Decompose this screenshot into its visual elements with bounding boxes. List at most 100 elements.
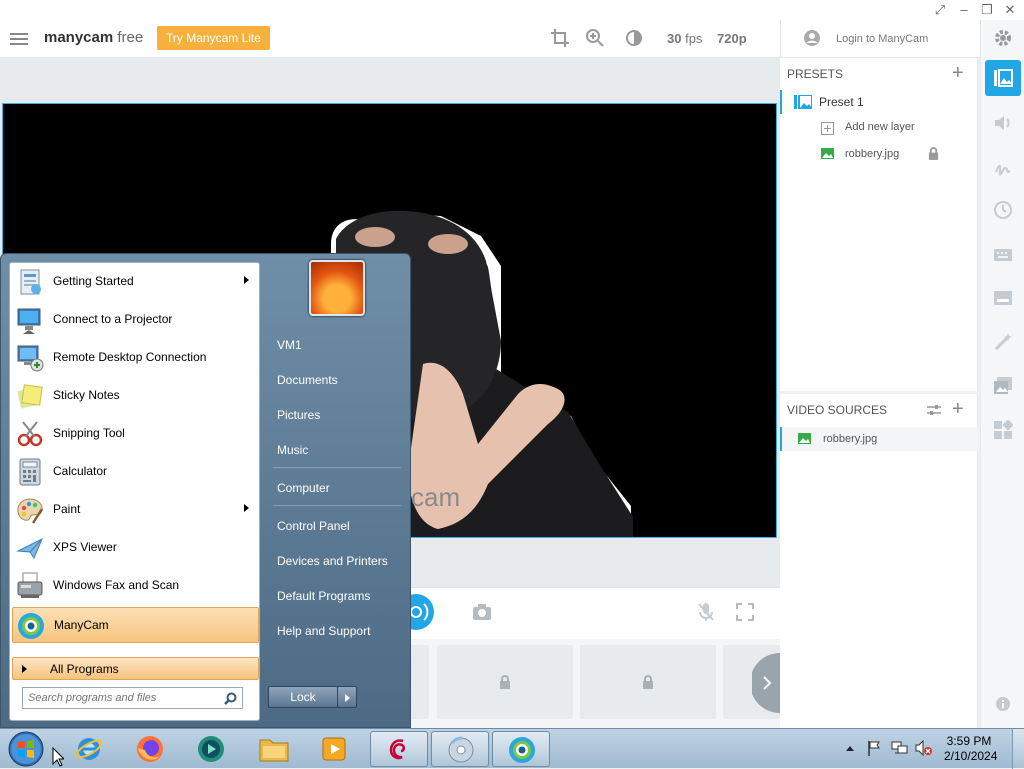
preset-name: Preset 1 bbox=[819, 95, 864, 109]
settings-gear-icon[interactable] bbox=[993, 28, 1013, 48]
link-computer[interactable]: Computer bbox=[277, 481, 330, 495]
shutdown-options-button[interactable] bbox=[337, 686, 357, 708]
firefox-icon bbox=[137, 736, 163, 762]
program-remote-desktop[interactable]: Remote Desktop Connection bbox=[12, 339, 259, 377]
source-settings-icon[interactable] bbox=[926, 404, 942, 416]
login-label[interactable]: Login to ManyCam bbox=[836, 33, 928, 45]
link-devices-printers[interactable]: Devices and Printers bbox=[277, 554, 388, 568]
show-hidden-icons-button[interactable] bbox=[845, 744, 855, 752]
snapshot-camera-icon[interactable] bbox=[472, 603, 492, 621]
add-new-layer-button[interactable]: Add new layer bbox=[780, 116, 978, 140]
info-icon[interactable] bbox=[995, 696, 1011, 712]
preset-item[interactable]: Preset 1 bbox=[780, 90, 978, 114]
crop-icon[interactable] bbox=[550, 28, 570, 48]
link-user-folder[interactable]: VM1 bbox=[277, 338, 302, 352]
try-manycam-lite-button[interactable]: Try Manycam Lite bbox=[157, 26, 270, 50]
taskbar-media-center[interactable] bbox=[306, 731, 364, 767]
clock-icon[interactable] bbox=[993, 200, 1013, 220]
program-snipping-tool[interactable]: Snipping Tool bbox=[12, 415, 259, 453]
minimize-button[interactable]: – bbox=[955, 2, 973, 18]
draw-icon[interactable] bbox=[993, 157, 1013, 177]
link-pictures[interactable]: Pictures bbox=[277, 408, 320, 422]
close-button[interactable]: ✕ bbox=[1001, 2, 1019, 18]
video-sources-panel: VIDEO SOURCES + robbery.jpg bbox=[780, 394, 978, 728]
layer-lock-icon[interactable] bbox=[928, 147, 939, 160]
microphone-muted-icon[interactable] bbox=[697, 602, 715, 622]
program-calculator[interactable]: Calculator bbox=[12, 453, 259, 491]
lower-thirds-icon[interactable] bbox=[993, 288, 1013, 308]
taskbar-internet-explorer[interactable] bbox=[60, 731, 118, 767]
palette-icon bbox=[17, 498, 44, 524]
start-menu-places-pane: VM1 Documents Pictures Music Computer Co… bbox=[263, 254, 412, 729]
folder-icon bbox=[259, 739, 289, 762]
restore-icon[interactable]: ⤢ bbox=[931, 2, 949, 18]
hamburger-menu-icon[interactable] bbox=[10, 30, 28, 48]
program-fax-scan[interactable]: Windows Fax and Scan bbox=[12, 567, 259, 605]
clock-time: 3:59 PM bbox=[946, 734, 992, 748]
taskbar-media-app[interactable] bbox=[182, 731, 240, 767]
all-programs-button[interactable]: All Programs bbox=[12, 657, 259, 680]
search-input[interactable] bbox=[23, 688, 213, 708]
clock-date: 2/10/2024 bbox=[944, 749, 998, 763]
expand-arrow-icon bbox=[22, 665, 27, 673]
keyboard-icon[interactable] bbox=[993, 245, 1013, 265]
audio-icon[interactable] bbox=[993, 113, 1013, 133]
program-connect-projector[interactable]: Connect to a Projector bbox=[12, 301, 259, 339]
link-help-support[interactable]: Help and Support bbox=[277, 624, 370, 638]
resolution-readout[interactable]: 720p bbox=[717, 31, 747, 46]
taskbar-firefox[interactable] bbox=[121, 731, 179, 767]
program-xps-viewer[interactable]: XPS Viewer bbox=[12, 529, 259, 567]
layer-item[interactable]: robbery.jpg bbox=[780, 142, 978, 166]
link-control-panel[interactable]: Control Panel bbox=[277, 519, 350, 533]
scissors-icon bbox=[17, 421, 43, 447]
gallery-icon[interactable] bbox=[993, 376, 1013, 396]
zoom-icon[interactable] bbox=[585, 28, 605, 48]
program-getting-started[interactable]: Getting Started bbox=[12, 263, 259, 301]
widgets-icon[interactable] bbox=[993, 420, 1013, 440]
link-default-programs[interactable]: Default Programs bbox=[277, 589, 370, 603]
presets-header: PRESETS bbox=[787, 67, 844, 81]
fax-icon bbox=[17, 572, 43, 598]
start-search-box[interactable] bbox=[22, 687, 243, 709]
presets-tab-button[interactable] bbox=[985, 60, 1021, 96]
volume-muted-icon[interactable] bbox=[915, 740, 933, 756]
next-arrow-button[interactable] bbox=[752, 653, 780, 713]
preset-image-icon bbox=[794, 95, 812, 109]
taskbar-file-explorer[interactable] bbox=[245, 731, 303, 767]
add-preset-button[interactable]: + bbox=[952, 62, 964, 85]
preset-tile-locked[interactable] bbox=[437, 645, 573, 719]
program-paint[interactable]: Paint bbox=[12, 491, 259, 529]
taskbar-debian-app[interactable] bbox=[370, 731, 428, 767]
media-center-icon bbox=[322, 737, 346, 761]
link-music[interactable]: Music bbox=[277, 443, 308, 457]
network-icon[interactable] bbox=[891, 740, 909, 756]
start-menu-programs-pane: Getting Started Connect to a Projector R… bbox=[9, 262, 260, 721]
fullscreen-icon[interactable] bbox=[736, 603, 754, 621]
program-manycam[interactable]: ManyCam bbox=[12, 607, 259, 643]
video-source-item[interactable]: robbery.jpg bbox=[780, 427, 978, 451]
fps-readout[interactable]: 30 fps bbox=[667, 31, 702, 46]
submenu-arrow-icon bbox=[244, 276, 249, 284]
search-icon[interactable] bbox=[224, 692, 237, 705]
image-icon bbox=[994, 69, 1013, 87]
action-center-flag-icon[interactable] bbox=[866, 740, 882, 756]
add-video-source-button[interactable]: + bbox=[952, 398, 964, 421]
show-desktop-button[interactable] bbox=[1012, 729, 1024, 769]
system-clock[interactable]: 3:59 PM 2/10/2024 bbox=[944, 734, 998, 764]
start-orb-button[interactable] bbox=[6, 730, 46, 768]
lock-button[interactable]: Lock bbox=[268, 686, 338, 708]
add-layer-icon bbox=[821, 122, 834, 135]
program-sticky-notes[interactable]: Sticky Notes bbox=[12, 377, 259, 415]
taskbar-dvd-maker[interactable] bbox=[431, 731, 489, 767]
link-documents[interactable]: Documents bbox=[277, 373, 338, 387]
preset-tile-locked[interactable] bbox=[580, 645, 716, 719]
manycam-icon bbox=[18, 613, 44, 639]
user-account-picture[interactable] bbox=[309, 260, 365, 316]
maximize-button[interactable]: ❐ bbox=[978, 2, 996, 18]
taskbar-manycam[interactable] bbox=[492, 731, 550, 767]
login-area[interactable]: Login to ManyCam bbox=[780, 20, 980, 58]
effects-wand-icon[interactable] bbox=[993, 332, 1013, 352]
taskbar: 3:59 PM 2/10/2024 bbox=[0, 728, 1024, 769]
brightness-icon[interactable] bbox=[624, 28, 644, 48]
app-header: manycam free Try Manycam Lite 30 fps 720… bbox=[0, 20, 980, 58]
